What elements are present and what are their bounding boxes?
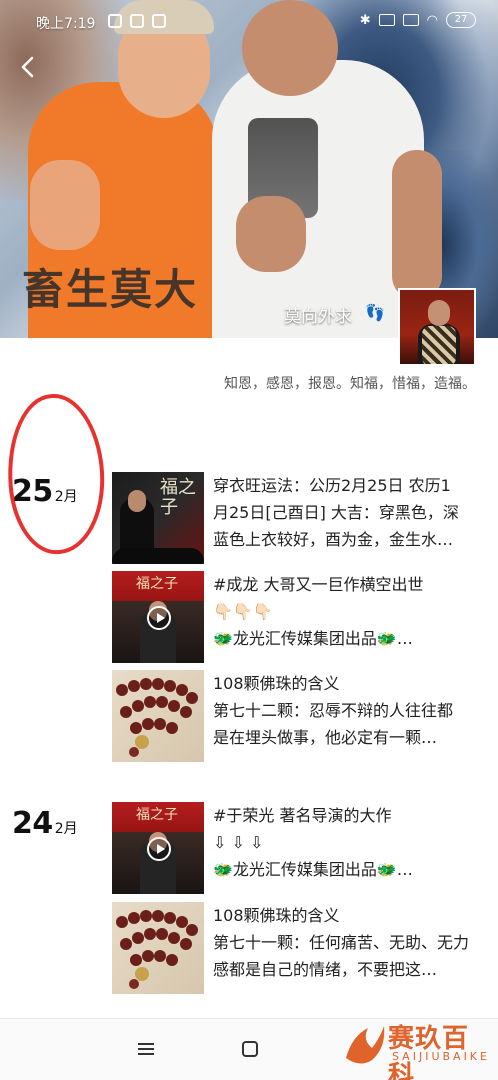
beads-thumbnail[interactable] [112,670,204,762]
post-thumbnail[interactable]: 福之子 [112,472,204,564]
post-item[interactable]: 108颗佛珠的含义 第七十二颗：忍辱不辩的人往往都 是在埋头做事，他必定有一颗… [112,670,488,766]
status-bar: 晚上7:19 ✱ ◠ 27 [0,0,498,44]
prayer-beads-image [116,678,198,757]
post-line: ⇩ ⇩ ⇩ [213,833,264,852]
video-thumbnail[interactable]: 福之子 [112,802,204,894]
post-line: 🐲龙光汇传媒集团出品🐲… [213,860,413,879]
poster-head [128,490,146,512]
thumbs-up-hand [30,160,100,250]
poster-caption-bar [112,548,204,564]
watermark: 赛玖百科 SAIJIUBAIKE [342,1016,492,1080]
thumbs-up-hand [236,196,306,272]
cover-signature: 莫向外求 [284,307,352,327]
watermark-subtext: SAIJIUBAIKE [392,1050,490,1063]
beads-thumbnail[interactable] [112,902,204,994]
post-text[interactable]: 108颗佛珠的含义 第七十二颗：忍辱不辩的人往往都 是在埋头做事，他必定有一颗… [213,670,481,751]
prayer-beads-image [116,910,198,989]
post-text[interactable]: #成龙 大哥又一巨作横空出世 👇🏻👇🏻👇🏻 🐲龙光汇传媒集团出品🐲… [213,571,481,652]
date-month: 2月 [54,489,78,505]
notification-icon [152,14,166,28]
arm [392,150,442,300]
post-line: #于荣光 著名导演的大作 [213,806,392,825]
post-line: 月25日[己酉日] 大吉：穿黑色，深 [213,503,459,522]
video-calligraphy: 福之子 [136,576,178,592]
post-line: 108颗佛珠的含义 [213,674,340,693]
notification-icon [130,14,144,28]
signal-icon [378,14,395,26]
post-line: 👇🏻👇🏻👇🏻 [213,602,273,621]
date-label: 25 2月 [12,474,78,509]
avatar-head [428,300,450,326]
home-icon[interactable] [242,1041,258,1057]
wifi-icon: ◠ [426,12,438,28]
post-line: #成龙 大哥又一巨作横空出世 [213,575,424,594]
date-label: 24 2月 [12,806,78,841]
avatar-scarf [422,326,456,364]
post-line: 🐲龙光汇传媒集团出品🐲… [213,629,413,648]
post-line: 穿衣旺运法：公历2月25日 农历1 [213,476,451,495]
avatar[interactable] [398,288,476,366]
date-day: 24 [12,806,53,841]
watermark-text: 赛玖百科 [388,1024,470,1080]
post-text[interactable]: 穿衣旺运法：公历2月25日 农历1 月25日[己酉日] 大吉：穿黑色，深 蓝色上… [213,472,481,553]
post-line: 第七十一颗：任何痛苦、无助、无力 [213,933,470,952]
post-text[interactable]: 108颗佛珠的含义 第七十一颗：任何痛苦、无助、无力 感都是自己的情绪，不要把这… [213,902,481,983]
post-item[interactable]: 福之子 穿衣旺运法：公历2月25日 农历1 月25日[己酉日] 大吉：穿黑色，深… [112,472,488,568]
bluetooth-icon: ✱ [359,12,371,28]
post-line: 第七十二颗：忍辱不辩的人往往都 [213,701,454,720]
post-item[interactable]: 福之子 #于荣光 著名导演的大作 ⇩ ⇩ ⇩ 🐲龙光汇传媒集团出品🐲… [112,802,488,898]
play-icon[interactable] [147,837,171,861]
date-day: 25 [12,474,53,509]
menu-icon[interactable] [138,1043,154,1055]
date-month: 2月 [54,821,78,837]
post-text[interactable]: #于荣光 著名导演的大作 ⇩ ⇩ ⇩ 🐲龙光汇传媒集团出品🐲… [213,802,481,883]
post-line: 感都是自己的情绪，不要把这… [213,960,438,979]
post-line: 108颗佛珠的含义 [213,906,340,925]
poster-calligraphy: 福之子 [160,477,196,518]
video-calligraphy: 福之子 [136,807,178,823]
system-icons: ✱ ◠ 27 [360,12,476,28]
signal-icon [402,14,419,26]
post-line: 蓝色上衣较好，酉为金，金生水… [213,530,454,549]
cover-calligraphy: 畜生莫大 [22,265,199,314]
profile-bio: 知恩，感恩，报恩。知福，惜福，造福。 [224,376,476,392]
post-line: 是在埋头做事，他必定有一颗… [213,728,438,747]
play-icon[interactable] [147,606,171,630]
notification-icon [108,14,122,28]
moments-page: 畜生莫大 莫向外求 👣 晚上7:19 ✱ ◠ 27 知恩，感恩，报恩。知福，惜福… [0,0,498,1080]
footprints-icon: 👣 [365,303,385,322]
post-item[interactable]: 福之子 #成龙 大哥又一巨作横空出世 👇🏻👇🏻👇🏻 🐲龙光汇传媒集团出品🐲… [112,571,488,667]
back-arrow-icon[interactable] [14,52,44,82]
watermark-logo-icon [346,1026,385,1064]
video-thumbnail[interactable]: 福之子 [112,571,204,663]
battery-icon: 27 [446,12,476,28]
status-time: 晚上7:19 [36,16,96,32]
post-item[interactable]: 108颗佛珠的含义 第七十一颗：任何痛苦、无助、无力 感都是自己的情绪，不要把这… [112,902,488,998]
